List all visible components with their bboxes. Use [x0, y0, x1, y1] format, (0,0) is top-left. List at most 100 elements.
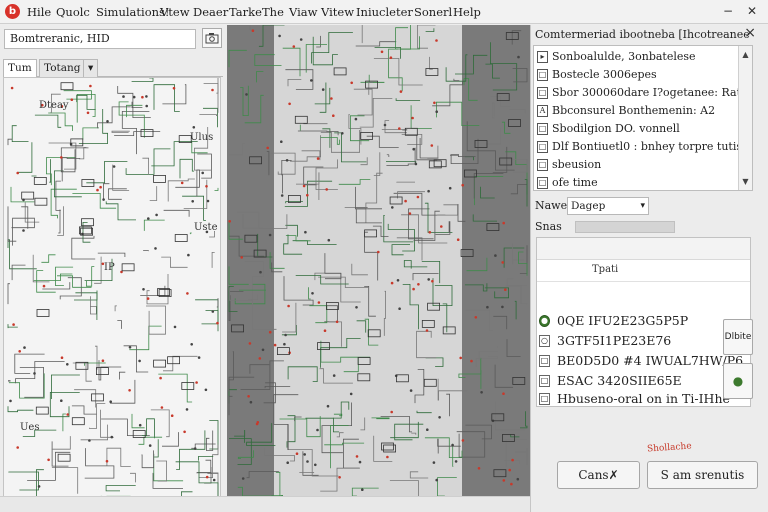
- junction-dot: [470, 359, 473, 363]
- schematic-canvas-left[interactable]: Dteay Ulus Uste IP Ues: [3, 77, 221, 502]
- menu-the[interactable]: The: [262, 5, 284, 19]
- tree-item[interactable]: □ Dlf Bontiuetl0 : bnhey torpre tutis: [534, 138, 752, 156]
- junction-dot: [292, 45, 296, 48]
- schematic-canvas-center[interactable]: [227, 25, 530, 496]
- tab-totang[interactable]: Totang: [39, 59, 86, 77]
- chevron-down-icon: ▾: [640, 201, 645, 211]
- wire: [475, 357, 481, 367]
- scroll-down-icon[interactable]: ▼: [740, 176, 751, 187]
- wire: [514, 300, 517, 320]
- property-row[interactable]: □ Hbuseno-oral on in Ti-IHhe: [537, 388, 750, 406]
- junction-dot: [502, 221, 506, 225]
- wire: [309, 305, 328, 324]
- wire: [395, 98, 421, 101]
- wire: [512, 68, 528, 83]
- menu-view[interactable]: Vtew: [160, 5, 190, 19]
- wire: [425, 357, 444, 367]
- cancel-button[interactable]: Cans✗: [557, 461, 640, 489]
- wire: [131, 101, 143, 108]
- menu-file[interactable]: Hile: [27, 5, 51, 19]
- tree-scrollbar[interactable]: ▲ ▼: [738, 46, 752, 190]
- property-list[interactable]: Tpati ● 0QE IFU2E23G5P5P ○ 3GTF5I1PE23E76 …: [536, 237, 751, 407]
- expand-icon[interactable]: ▸: [537, 51, 548, 63]
- wire: [320, 467, 360, 492]
- tree-item[interactable]: □ ofe time: [534, 174, 752, 190]
- menu-simulator[interactable]: Iniucleter: [356, 5, 413, 19]
- app-logo-icon[interactable]: b: [5, 4, 20, 19]
- tree-item[interactable]: ▸ Sonboalulde, 3onbatelese: [534, 48, 752, 66]
- tree-item[interactable]: □ Sbodilgion DO. vonnell: [534, 120, 752, 138]
- menu-simulations[interactable]: Simulations!: [96, 5, 170, 19]
- property-row[interactable]: ● 0QE IFU2E23G5P5P: [537, 310, 750, 332]
- menu-view-2[interactable]: Viaw: [289, 5, 317, 19]
- junction-dot: [259, 270, 262, 274]
- component-symbol: [367, 329, 381, 338]
- component-symbol: [395, 374, 409, 383]
- wire: [149, 186, 158, 201]
- junction-dot: [195, 381, 198, 384]
- scroll-up-icon[interactable]: ▲: [740, 49, 751, 60]
- menu-tools[interactable]: Tarke: [229, 5, 262, 19]
- tree-item[interactable]: A Bbconsurel Bonthemenin: A2: [534, 102, 752, 120]
- tab-tum[interactable]: Tum: [3, 59, 37, 77]
- component-symbol: [512, 376, 526, 385]
- wire: [414, 369, 425, 404]
- wire: [319, 368, 353, 384]
- junction-dot: [417, 283, 420, 286]
- project-field[interactable]: Bomtreranic, HID: [4, 29, 196, 49]
- component-symbol: [244, 234, 258, 243]
- junction-dot: [12, 323, 15, 326]
- wire: [450, 154, 476, 157]
- name-row: Nawe Dagep ▾: [535, 197, 765, 215]
- wire: [464, 156, 474, 161]
- wire: [285, 235, 311, 242]
- ok-button[interactable]: S am srenutis: [647, 461, 758, 489]
- wire: [11, 264, 26, 281]
- side-status-button[interactable]: ●: [723, 363, 753, 399]
- tab-menu-icon[interactable]: ▾: [83, 59, 99, 77]
- wire: [324, 253, 342, 280]
- tree-item[interactable]: □ Sbor 300060dare I?ogetanee: Rateb: [534, 84, 752, 102]
- name-select[interactable]: Dagep ▾: [567, 197, 649, 215]
- tree-item[interactable]: □ Bostecle 3006epes: [534, 66, 752, 84]
- junction-dot: [303, 453, 306, 456]
- menu-help[interactable]: Help: [453, 5, 481, 19]
- wire: [371, 417, 390, 420]
- schematic-wires: [7, 78, 219, 501]
- filter-field[interactable]: [575, 221, 675, 233]
- wire: [100, 409, 114, 438]
- property-row[interactable]: □ BE0D5D0 #4 IWUAL7HW/P6: [537, 350, 750, 372]
- panel-close-icon[interactable]: ×: [744, 25, 756, 41]
- junction-dot: [431, 279, 434, 283]
- junction-dot: [502, 392, 505, 396]
- junction-dot: [18, 350, 21, 353]
- wire: [90, 296, 97, 315]
- junction-dot: [154, 247, 157, 250]
- junction-dot: [330, 97, 333, 100]
- menu-view-3[interactable]: Vitew: [321, 5, 354, 19]
- tree-item[interactable]: □ sbeusion: [534, 156, 752, 174]
- property-row[interactable]: ○ 3GTF5I1PE23E76: [537, 330, 750, 352]
- minimize-button[interactable]: −: [718, 3, 738, 20]
- wire: [287, 79, 302, 87]
- wire: [283, 234, 303, 255]
- wire: [429, 56, 433, 70]
- wire: [206, 430, 214, 451]
- camera-icon[interactable]: [202, 28, 222, 48]
- menu-design[interactable]: Deaer: [193, 5, 228, 19]
- wire: [509, 109, 526, 114]
- close-window-button[interactable]: ✕: [742, 3, 762, 20]
- component-tree[interactable]: ▸ Sonboalulde, 3onbatelese □ Bostecle 3006…: [533, 45, 753, 191]
- junction-dot: [261, 348, 265, 352]
- junction-dot: [128, 346, 132, 349]
- wire: [244, 94, 264, 124]
- component-symbol: [35, 406, 49, 415]
- menu-search[interactable]: Sonerl: [414, 5, 452, 19]
- junction-dot: [414, 162, 418, 166]
- menu-quick[interactable]: Quolc: [56, 5, 90, 19]
- junction-dot: [173, 325, 177, 329]
- wire: [101, 418, 150, 436]
- side-action-button[interactable]: Dlbite: [723, 319, 753, 355]
- wire: [84, 448, 115, 479]
- junction-dot: [327, 238, 331, 242]
